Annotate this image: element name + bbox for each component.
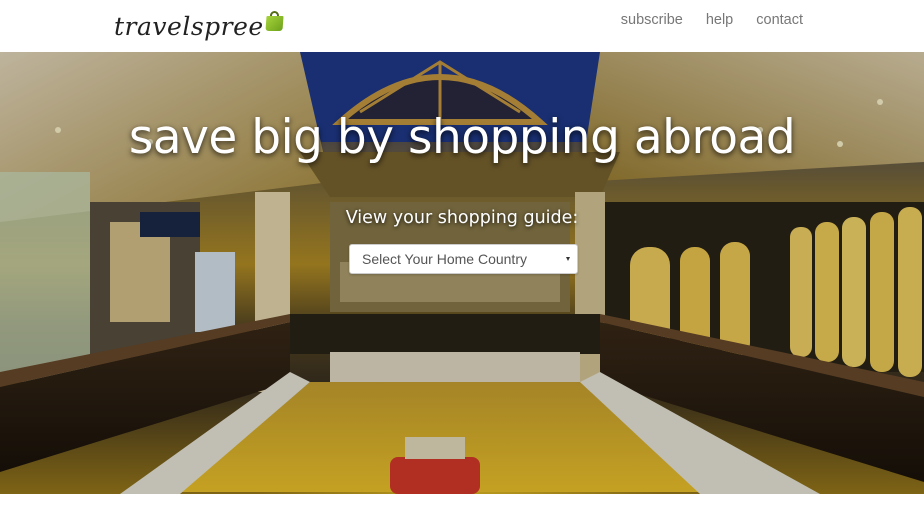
guide-label: View your shopping guide: (345, 208, 579, 228)
top-navbar: travelspree subscribe help contact (0, 0, 924, 52)
brand-logo[interactable]: travelspree (114, 10, 284, 42)
nav-help-link[interactable]: help (706, 12, 733, 28)
hero-section: save big by shopping abroad View your sh… (0, 52, 924, 494)
hero-title: save big by shopping abroad (128, 110, 796, 165)
shopping-bag-icon (265, 11, 284, 31)
nav-links: subscribe help contact (621, 0, 803, 40)
nav-contact-link[interactable]: contact (756, 12, 803, 28)
home-country-select-value: Select Your Home Country (362, 251, 527, 267)
page-bottom-strip (0, 494, 924, 520)
home-country-select[interactable]: Select Your Home Country (349, 244, 578, 274)
caret-down-icon (566, 257, 570, 261)
brand-name: travelspree (114, 11, 264, 41)
nav-subscribe-link[interactable]: subscribe (621, 12, 683, 28)
